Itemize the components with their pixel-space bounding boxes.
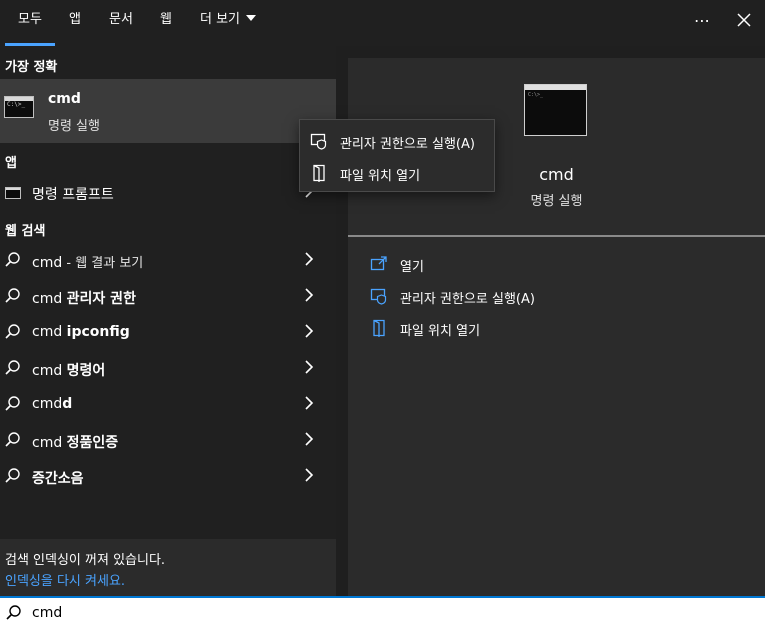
search-box xyxy=(0,596,765,627)
close-icon[interactable] xyxy=(732,8,756,32)
tab-label: 웹 xyxy=(160,12,172,27)
query-suggestion: 명령어 xyxy=(66,363,106,379)
context-menu-run-as-admin[interactable]: 관리자 권한으로 실행(A) xyxy=(300,126,494,156)
action-label: 관리자 권한으로 실행(A) xyxy=(400,292,535,307)
folder-icon xyxy=(373,319,385,337)
query-suggestion: ipconfig xyxy=(66,324,130,340)
web-result-text: cmd - 웹 결과 보기 xyxy=(32,252,143,271)
indexing-notice-text: 검색 인덱싱이 꺼져 있습니다. xyxy=(5,553,166,568)
terminal-prompt: C:\>_ xyxy=(7,101,26,108)
web-result-item[interactable]: cmd - 웹 결과 보기 xyxy=(0,244,336,278)
ellipsis-icon[interactable]: ⋯ xyxy=(690,8,714,32)
context-menu-label: 파일 위치 열기 xyxy=(340,169,421,184)
best-match-name: cmd xyxy=(48,91,81,107)
web-result-item[interactable]: cmd 명령어 xyxy=(0,352,336,386)
search-icon xyxy=(5,468,20,483)
chevron-right-icon xyxy=(304,396,314,414)
chevron-right-icon xyxy=(304,252,314,270)
context-menu: 관리자 권한으로 실행(A) 파일 위치 열기 xyxy=(299,119,495,192)
query-prefix: cmd xyxy=(32,435,67,451)
query-prefix: cmd xyxy=(32,291,67,307)
chevron-right-icon xyxy=(304,324,314,342)
chevron-right-icon xyxy=(304,468,314,486)
top-tab-bar: 모두 앱 문서 웹 더 보기 ⋯ xyxy=(0,0,765,46)
context-menu-label: 관리자 권한으로 실행(A) xyxy=(340,137,475,152)
action-label: 파일 위치 열기 xyxy=(400,324,481,339)
chevron-right-icon xyxy=(304,360,314,378)
search-input[interactable] xyxy=(32,602,732,624)
detail-app-subtitle: 명령 실행 xyxy=(530,194,583,209)
query-prefix: cmd xyxy=(32,255,63,271)
action-open[interactable]: 열기 xyxy=(370,252,670,278)
action-label: 열기 xyxy=(400,260,424,275)
tab-more[interactable]: 더 보기 xyxy=(200,0,257,46)
web-result-item[interactable]: cmd ipconfig xyxy=(0,316,336,350)
search-icon xyxy=(6,605,21,620)
query-suggestion: 증간소음 xyxy=(32,471,84,487)
section-title-apps: 앱 xyxy=(5,156,17,171)
chevron-right-icon xyxy=(304,432,314,450)
shield-icon xyxy=(370,288,387,305)
tab-web[interactable]: 웹 xyxy=(160,0,172,46)
terminal-prompt: C:\>_ xyxy=(528,92,544,98)
web-result-text: cmdd xyxy=(32,396,72,412)
web-result-item[interactable]: cmd 정품인증 xyxy=(0,424,336,458)
query-suggestion: 관리자 권한 xyxy=(66,291,136,307)
folder-icon xyxy=(313,164,325,182)
query-suggestion: d xyxy=(62,396,73,412)
open-icon xyxy=(370,256,387,271)
terminal-icon: C:\>_ xyxy=(524,84,587,136)
tab-apps[interactable]: 앱 xyxy=(69,0,81,46)
search-icon xyxy=(5,396,20,411)
web-result-text: cmd 관리자 권한 xyxy=(32,288,136,308)
query-prefix: cmd xyxy=(32,324,67,340)
tab-all[interactable]: 모두 xyxy=(5,0,55,46)
query-prefix: cmd xyxy=(32,363,67,379)
web-result-item[interactable]: 증간소음 xyxy=(0,460,336,494)
web-result-text: cmd ipconfig xyxy=(32,324,130,340)
section-title-best-match: 가장 정확 xyxy=(5,60,58,75)
best-match-subtitle: 명령 실행 xyxy=(48,119,100,134)
tab-label: 더 보기 xyxy=(200,12,241,27)
divider xyxy=(348,235,765,237)
web-result-text: 증간소음 xyxy=(32,468,84,488)
section-title-web-search: 웹 검색 xyxy=(5,224,46,239)
indexing-enable-link[interactable]: 인덱싱을 다시 켜세요. xyxy=(5,570,125,589)
search-icon xyxy=(5,360,20,375)
action-run-as-admin[interactable]: 관리자 권한으로 실행(A) xyxy=(370,284,670,310)
chevron-right-icon xyxy=(304,288,314,306)
context-menu-open-file-location[interactable]: 파일 위치 열기 xyxy=(300,158,494,188)
tab-documents[interactable]: 문서 xyxy=(109,0,133,46)
app-item-label: 명령 프롬프트 xyxy=(32,187,114,203)
terminal-icon xyxy=(5,187,21,199)
app-item-command-prompt[interactable]: 명령 프롬프트 xyxy=(0,179,336,207)
search-icon xyxy=(5,324,20,339)
web-result-item[interactable]: cmd 관리자 권한 xyxy=(0,280,336,314)
indexing-notice: 검색 인덱싱이 꺼져 있습니다. 인덱싱을 다시 켜세요. xyxy=(0,539,336,596)
tab-label: 모두 xyxy=(18,12,42,27)
query-prefix: cmd xyxy=(32,396,63,412)
query-suffix: - 웹 결과 보기 xyxy=(62,256,144,271)
search-icon xyxy=(5,288,20,303)
best-match-item[interactable]: C:\>_ cmd 명령 실행 xyxy=(0,79,336,143)
results-panel: 가장 정확 C:\>_ cmd 명령 실행 앱 명령 프롬프트 웹 검색 cmd… xyxy=(0,46,336,596)
terminal-icon: C:\>_ xyxy=(4,96,34,118)
web-result-item[interactable]: cmdd xyxy=(0,388,336,422)
search-icon xyxy=(5,432,20,447)
chevron-down-icon xyxy=(246,15,257,21)
query-suggestion: 정품인증 xyxy=(66,435,119,451)
web-result-text: cmd 정품인증 xyxy=(32,432,118,452)
action-open-file-location[interactable]: 파일 위치 열기 xyxy=(370,316,670,342)
tab-label: 앱 xyxy=(69,12,81,27)
search-icon xyxy=(5,252,20,267)
tab-label: 문서 xyxy=(109,12,133,27)
shield-icon xyxy=(310,133,327,150)
web-result-text: cmd 명령어 xyxy=(32,360,105,380)
